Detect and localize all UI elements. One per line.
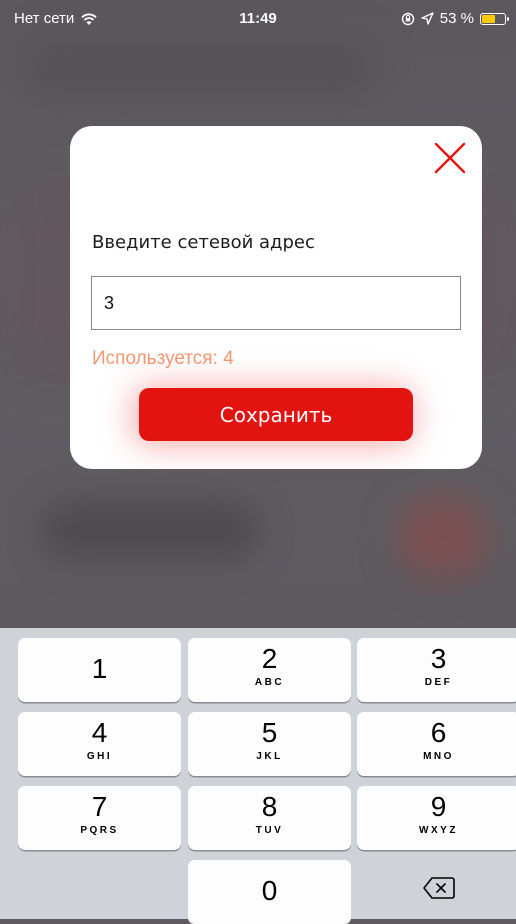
status-bar: Нет сети 11:49 53 %: [0, 0, 516, 40]
key-letters: JKL: [256, 751, 283, 762]
key-digit: 3: [430, 643, 447, 674]
key-digit: 1: [91, 653, 108, 684]
key-8[interactable]: 8 TUV: [188, 786, 351, 850]
key-digit: 5: [261, 717, 278, 748]
key-letters: DEF: [424, 677, 453, 688]
key-2[interactable]: 2 ABC: [188, 638, 351, 702]
key-digit: 4: [91, 717, 108, 748]
key-4[interactable]: 4 GHI: [18, 712, 181, 776]
key-letters: GHI: [86, 751, 113, 762]
location-icon: [421, 12, 434, 25]
backspace-icon: [422, 877, 455, 899]
numeric-keyboard: 1 2 ABC 3 DEF 4 GHI 5 JKL 6 MNO 7 PQRS 8…: [0, 628, 516, 924]
delete-key[interactable]: [357, 860, 516, 916]
key-7[interactable]: 7 PQRS: [18, 786, 181, 850]
network-address-input[interactable]: [91, 276, 461, 330]
key-digit: 7: [91, 791, 108, 822]
battery-icon: [480, 12, 509, 25]
key-1[interactable]: 1: [18, 638, 181, 702]
key-letters: MNO: [423, 751, 454, 762]
save-button[interactable]: Сохранить: [139, 388, 413, 441]
used-label: Используется:: [92, 348, 218, 369]
key-0[interactable]: 0: [188, 860, 351, 924]
key-letters: WXYZ: [419, 825, 458, 836]
key-digit: 8: [261, 791, 278, 822]
blurred-button: [395, 495, 490, 580]
key-digit: 9: [430, 791, 447, 822]
key-3[interactable]: 3 DEF: [357, 638, 516, 702]
network-address-dialog: Введите сетевой адрес Используется: 4 Со…: [70, 126, 482, 469]
rotation-lock-icon: [401, 12, 414, 25]
used-value: 4: [223, 348, 234, 369]
battery-percent: 53 %: [439, 10, 474, 27]
close-icon[interactable]: [432, 140, 468, 176]
used-addresses: Используется: 4: [92, 348, 234, 370]
key-6[interactable]: 6 MNO: [357, 712, 516, 776]
dialog-title: Введите сетевой адрес: [92, 232, 315, 253]
key-digit: 6: [430, 717, 447, 748]
blurred-control: [40, 500, 260, 560]
key-5[interactable]: 5 JKL: [188, 712, 351, 776]
key-letters: ABC: [254, 677, 285, 688]
key-9[interactable]: 9 WXYZ: [357, 786, 516, 850]
key-digit: 0: [261, 875, 278, 906]
blurred-header: [20, 40, 380, 100]
key-letters: TUV: [255, 825, 284, 836]
key-letters: PQRS: [80, 825, 119, 836]
key-digit: 2: [261, 643, 278, 674]
